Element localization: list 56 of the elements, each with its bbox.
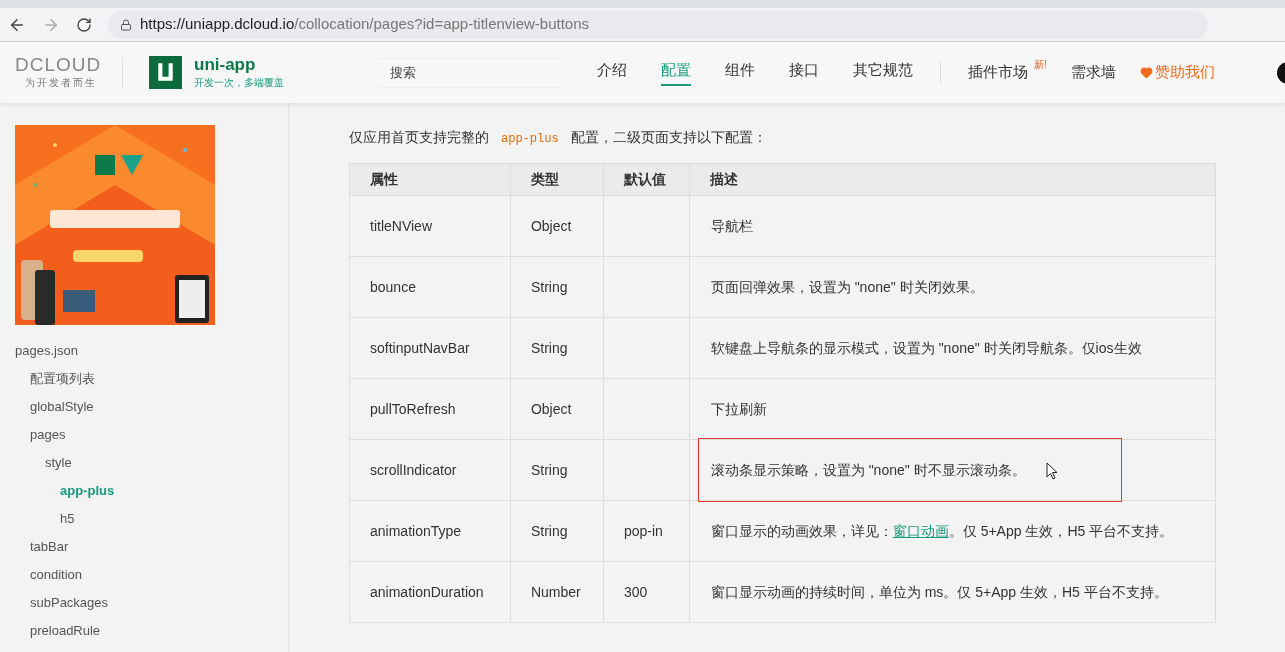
sidebar-item[interactable]: h5 [0, 505, 288, 533]
reload-icon[interactable] [76, 16, 92, 33]
address-bar[interactable]: https://uniapp.dcloud.io/collocation/pages?id=app-titlenview-buttons [108, 10, 1208, 39]
intro-text: 仅应用首页支持完整的 app-plus 配置，二级页面支持以下配置： [349, 128, 768, 148]
sidebar-item[interactable]: pages.json [0, 337, 288, 365]
table-cell: Number [510, 561, 604, 623]
description-text: 导航栏 [710, 216, 753, 236]
table-cell: animationType [349, 500, 511, 562]
table-cell: String [510, 256, 604, 318]
sidebar-item[interactable]: tabBar [0, 533, 288, 561]
sidebar-item[interactable]: preloadRule [0, 617, 288, 645]
sidebar-item[interactable]: condition [0, 561, 288, 589]
column-header: 描述 [689, 163, 1216, 196]
sidebar-item[interactable]: pages [0, 421, 288, 449]
nav-link[interactable]: 插件市场 [968, 61, 1028, 84]
table-cell: bounce [349, 256, 511, 318]
url-text: https://uniapp.dcloud.io/collocation/pages?id=app-titlenview-buttons [140, 14, 590, 35]
lock-icon [120, 18, 132, 31]
table-cell: pop-in [603, 500, 690, 562]
heart-icon [1139, 66, 1153, 79]
table-cell: titleNView [349, 195, 511, 257]
sidebar-item[interactable]: globalStyle [0, 393, 288, 421]
sidebar-item[interactable]: 配置项列表 [0, 365, 288, 393]
table-cell: softinputNavBar [349, 317, 511, 379]
description-text: 窗口显示的动画效果，详见：窗口动画。仅 5+App 生效，H5 平台不支持。 [710, 521, 1174, 541]
search-field[interactable]: 搜索 [378, 57, 563, 88]
description-text: 窗口显示动画的持续时间，单位为 ms。仅 5+App 生效，H5 平台不支持。 [710, 582, 1168, 602]
table-cell: 300 [603, 561, 690, 623]
column-header: 属性 [349, 163, 511, 196]
table-cell: Object [510, 378, 604, 440]
table-cell: pullToRefresh [349, 378, 511, 440]
cursor-icon [1045, 462, 1058, 480]
nav-link[interactable]: 需求墙 [1070, 61, 1116, 84]
uniapp-logo-icon [149, 56, 182, 89]
new-label: 新! [1034, 58, 1047, 73]
table-cell: String [510, 439, 604, 501]
table-cell: String [510, 317, 604, 379]
product-tagline: 开发一次，多端覆盖 [194, 76, 285, 90]
table-cell: animationDuration [349, 561, 511, 623]
nav-tab[interactable]: 其它规范 [853, 59, 913, 86]
table-cell: Object [510, 195, 604, 257]
nav-tab[interactable]: 接口 [789, 59, 819, 86]
description-text: 软键盘上导航条的显示模式，设置为 "none" 时关闭导航条。仅ios生效 [710, 338, 1142, 358]
column-header: 默认值 [603, 163, 690, 196]
description-text: 滚动条显示策略，设置为 "none" 时不显示滚动条。 [710, 460, 1026, 480]
sidebar-item[interactable]: style [0, 449, 288, 477]
description-text: 页面回弹效果，设置为 "none" 时关闭效果。 [710, 277, 984, 297]
table-cell: scrollIndicator [349, 439, 511, 501]
sidebar-item[interactable]: subPackages [0, 589, 288, 617]
description-text: 下拉刷新 [710, 399, 767, 419]
table-cell: String [510, 500, 604, 562]
nav-tab[interactable]: 介绍 [597, 59, 627, 86]
column-header: 类型 [510, 163, 604, 196]
nav-tab[interactable]: 组件 [725, 59, 755, 86]
product-name: uni-app [194, 55, 257, 75]
dcloud-tagline: 为开发者而生 [24, 76, 98, 90]
